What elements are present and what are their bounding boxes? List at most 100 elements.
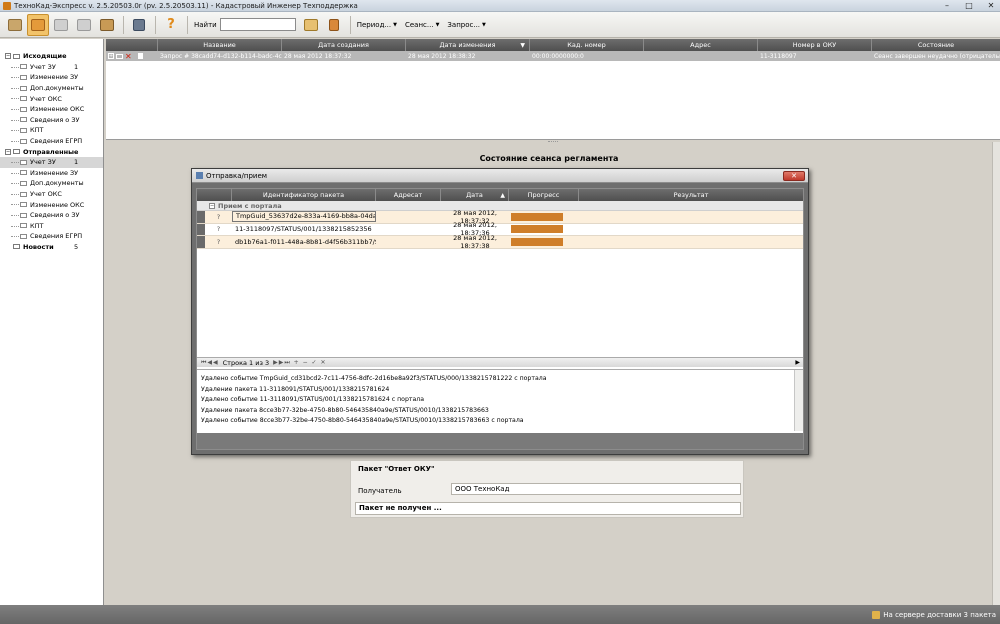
event-log: Удалено событие TmpGuid_cd31bcd2-7c11-47… <box>197 369 803 431</box>
tree-item-selected[interactable]: Учет ЗУ 1 <box>0 156 103 168</box>
inbox-button[interactable] <box>4 14 26 36</box>
period-menu[interactable]: Период... ▼ <box>357 21 397 29</box>
packet-status: Пакет не получен ... <box>355 502 741 515</box>
expand-icon[interactable]: + <box>108 53 114 59</box>
tree-item[interactable]: Изменение ЗУ <box>0 168 103 179</box>
filter-button[interactable] <box>323 14 345 36</box>
tree-item-label: КПТ <box>30 221 44 230</box>
help-button[interactable]: ? <box>160 14 182 36</box>
column-header-name[interactable]: Название <box>158 39 282 51</box>
tree-item[interactable]: КПТ <box>0 125 103 136</box>
tree-item[interactable]: Учет ЗУ 1 <box>0 62 103 73</box>
pager-label: Строка 1 из 3 <box>222 358 270 367</box>
maximize-button[interactable]: □ <box>962 1 976 10</box>
question-icon: ? <box>167 17 175 32</box>
tree-item-count: 1 <box>74 158 79 167</box>
toolbar: ? Найти Период... ▼ Сеанс... ▼ Запрос... ▼ <box>0 12 1000 38</box>
folder-icon <box>20 85 27 91</box>
tree-item-label: Сведения о ЗУ <box>30 115 80 124</box>
pager-nav-next-icon[interactable]: ▶▶⏭ + − ✓ ✕ <box>273 359 326 367</box>
tree-item[interactable]: Изменение ОКС <box>0 199 103 210</box>
delete-icon[interactable]: ✕ <box>125 52 132 61</box>
column-header-date[interactable]: Дата ▲ <box>441 189 509 201</box>
tree-item[interactable]: Доп.документы <box>0 178 103 189</box>
column-header-address[interactable]: Адрес <box>644 39 758 51</box>
column-header-oku-number[interactable]: Номер в ОКУ <box>758 39 872 51</box>
pager-scroll-right-icon[interactable]: ▶ <box>795 359 800 366</box>
dialog-icon <box>196 172 203 179</box>
dialog-content: Идентификатор пакета Адресат Дата ▲ Прогр… <box>196 188 804 450</box>
collapse-icon[interactable]: − <box>209 202 215 209</box>
forward-button[interactable] <box>73 14 95 36</box>
tree-group-sent[interactable]: − Отправленные <box>0 146 103 157</box>
find-button[interactable] <box>300 14 322 36</box>
table-row[interactable]: ? db1b76a1-f011-448a-8b81-d4f56b311bb7/S… <box>197 234 803 250</box>
tree-item-label: Сведения ЕГРП <box>30 137 83 146</box>
minimize-button[interactable]: – <box>940 1 954 10</box>
recipient-field[interactable]: ООО ТехноКад <box>451 483 741 495</box>
tree-item[interactable]: Изменение ЗУ <box>0 72 103 83</box>
session-menu[interactable]: Сеанс... ▼ <box>405 21 439 29</box>
tree-item[interactable]: Сведения ЕГРП <box>0 231 103 242</box>
packet-progress <box>509 237 579 246</box>
status-bar: На сервере доставки 3 пакета <box>0 605 1000 624</box>
folder-icon <box>20 233 27 239</box>
toolbar-separator <box>155 15 156 34</box>
packet-progress <box>509 225 579 234</box>
tree-item-label: КПТ <box>30 126 44 135</box>
tree-item[interactable]: Доп.документы <box>0 83 103 94</box>
column-header-packet-id[interactable]: Идентификатор пакета <box>232 189 376 201</box>
tree-group-news[interactable]: Новости 5 <box>0 242 103 253</box>
tree-item-label: Изменение ЗУ <box>30 168 79 177</box>
tree-item[interactable]: Сведения о ЗУ <box>0 210 103 221</box>
tree-item-label: Изменение ОКС <box>30 105 85 114</box>
column-header-cad-number[interactable]: Кад. номер <box>530 39 644 51</box>
column-header-modified[interactable]: Дата изменения ▼ <box>406 39 530 51</box>
question-icon: ? <box>216 225 221 234</box>
column-header-addressee[interactable]: Адресат <box>376 189 441 201</box>
pager-nav-first-icon[interactable]: ⏮◀◀ <box>201 359 219 367</box>
package-button[interactable] <box>96 14 118 36</box>
outbox-button[interactable] <box>27 13 49 36</box>
tree-group-outgoing[interactable]: − Исходящие <box>0 51 103 62</box>
progress-bar <box>511 225 563 234</box>
log-scrollbar[interactable] <box>794 370 803 431</box>
folder-icon <box>13 244 20 250</box>
main-scrollbar[interactable] <box>992 142 1000 605</box>
tree-item[interactable]: Сведения ЕГРП <box>0 136 103 147</box>
table-row[interactable]: + ✕ Запрос # 38cadd74-d132-b114-badc-4c4… <box>106 51 1000 61</box>
envelope-icon <box>31 18 45 31</box>
search-input[interactable] <box>219 18 296 31</box>
tree-item-label: Изменение ОКС <box>30 200 85 209</box>
column-header-result[interactable]: Результат <box>579 189 803 201</box>
tree-item[interactable]: Сведения о ЗУ <box>0 115 103 126</box>
dialog-close-button[interactable]: ✕ <box>783 171 805 181</box>
progress-bar <box>511 212 563 221</box>
collapse-icon[interactable]: − <box>5 148 11 155</box>
tree-item[interactable]: Учет ОКС <box>0 189 103 200</box>
envelope-open-icon <box>8 18 22 31</box>
log-line: Удаление пакета 11-3118091/STATUS/001/13… <box>201 385 390 393</box>
folder-icon <box>20 64 27 70</box>
find-label: Найти <box>194 20 217 29</box>
folder-icon <box>20 138 27 144</box>
folder-icon <box>13 53 20 59</box>
request-menu[interactable]: Запрос... ▼ <box>447 21 485 29</box>
column-header-state[interactable]: Состояние <box>872 39 1000 51</box>
folder-icon <box>116 53 123 59</box>
reply-button[interactable] <box>50 14 72 36</box>
tree-item[interactable]: Изменение ОКС <box>0 104 103 115</box>
period-menu-label: Период... <box>356 20 392 29</box>
window-title: ТехноКад-Экспресс v. 2.5.20503.0r (pv. 2… <box>14 1 358 10</box>
tree-item[interactable]: КПТ <box>0 221 103 232</box>
settings-button[interactable] <box>128 14 150 36</box>
close-window-button[interactable]: ✕ <box>984 1 998 10</box>
grid-pager: ⏮◀◀ Строка 1 из 3 ▶▶⏭ + − ✓ ✕ ▶ <box>197 357 803 367</box>
tree-item-label: Учет ОКС <box>30 190 62 199</box>
tree-item[interactable]: Учет ОКС <box>0 93 103 104</box>
row-state: Сеанс завершен неудачно (отрицательны... <box>874 52 1000 60</box>
column-header-created[interactable]: Дата создания <box>282 39 406 51</box>
column-header-progress[interactable]: Прогресс <box>509 189 579 201</box>
tree-item-label: Изменение ЗУ <box>30 73 79 82</box>
collapse-icon[interactable]: − <box>5 53 11 60</box>
